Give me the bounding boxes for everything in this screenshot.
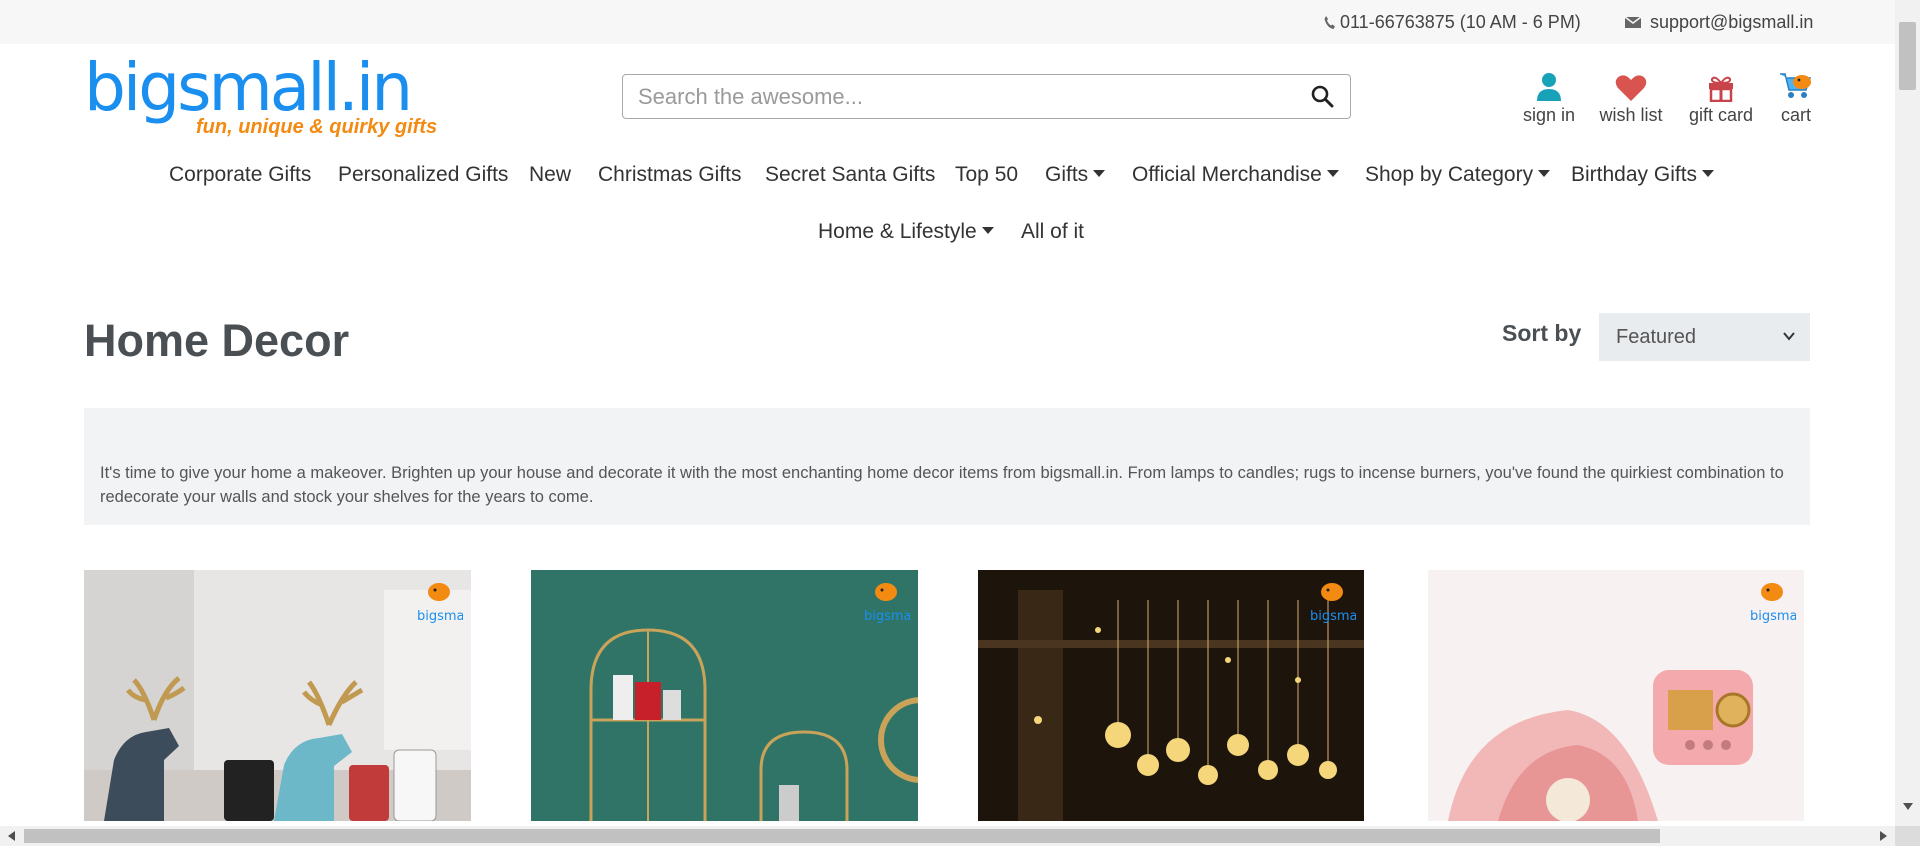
caret-down-icon [1093,169,1106,177]
top-bar: 011-66763875 (10 AM - 6 PM) support@bigs… [0,0,1895,44]
email-address: support@bigsmall.in [1650,11,1814,32]
nav-corporate-gifts[interactable]: Corporate Gifts [169,163,311,187]
cart-label: cart [1780,105,1811,125]
nav-label: Personalized Gifts [338,163,509,186]
nav-label: Top 50 [955,163,1019,186]
scroll-right-arrow-icon[interactable] [1880,831,1888,841]
nav-label: Secret Santa Gifts [765,163,936,186]
scroll-left-arrow-icon[interactable] [7,831,15,841]
nav-shop-by-category[interactable]: Shop by Category [1365,163,1551,187]
vertical-scrollbar-thumb[interactable] [1899,22,1916,90]
sort-value: Featured [1616,325,1697,348]
nav-secret-santa-gifts[interactable]: Secret Santa Gifts [765,163,935,187]
caret-down-icon [1326,169,1339,177]
nav-label: Birthday Gifts [1571,163,1698,186]
search-icon[interactable] [1310,84,1334,108]
nav-label: Official Merchandise [1132,163,1322,186]
chevron-down-icon [1783,332,1795,341]
email-contact[interactable]: support@bigsmall.in [1624,0,1813,44]
gift-card-label: gift card [1688,105,1754,125]
nav-christmas-gifts[interactable]: Christmas Gifts [598,163,742,187]
nav-gifts[interactable]: Gifts [1045,163,1106,187]
nav-label: Gifts [1045,163,1089,186]
nav-label: Corporate Gifts [169,163,312,186]
sign-in-label: sign in [1522,105,1576,125]
svg-text:bigsmall: bigsmall [864,609,910,624]
sign-in-link[interactable]: sign in [1516,66,1582,126]
phone-contact[interactable]: 011-66763875 (10 AM - 6 PM) [1323,0,1581,44]
product-card[interactable]: bigsmall [531,570,918,821]
scroll-down-arrow-icon[interactable] [1903,803,1913,811]
sort-label: Sort by [1502,320,1582,346]
nav-all-of-it[interactable]: All of it [1021,220,1084,244]
nav-personalized-gifts[interactable]: Personalized Gifts [338,163,508,187]
nav-label: Christmas Gifts [598,163,742,186]
horizontal-scrollbar[interactable] [0,826,1895,846]
scrollbar-corner [1895,826,1920,846]
page-title: Home Decor [84,315,350,366]
nav-label: Home & Lifestyle [818,220,977,243]
bigsmall-watermark-icon: bigsmall [1750,583,1796,624]
caret-down-icon [1538,169,1551,177]
logo-tagline: fun, unique & quirky gifts [196,116,438,138]
svg-text:bigsmall: bigsmall [417,609,463,624]
nav-birthday-gifts[interactable]: Birthday Gifts [1571,163,1715,187]
heart-icon [1615,75,1647,101]
nav-top-50[interactable]: Top 50 [955,163,1018,187]
bigsmall-watermark-icon: bigsmall [864,583,910,624]
svg-text:bigsmall: bigsmall [1750,609,1796,624]
wish-list-link[interactable]: wish list [1596,66,1666,126]
phone-number: 011-66763875 (10 AM - 6 PM) [1340,11,1581,32]
bigsmall-watermark-icon: bigsmall [1310,583,1356,624]
search-input[interactable] [623,75,1283,118]
nav-label: Shop by Category [1365,163,1534,186]
product-card[interactable]: bigsmall [84,570,471,821]
user-icon [1537,73,1561,101]
product-image [978,570,1364,821]
svg-text:bigsmall: bigsmall [1310,609,1356,624]
nav-new[interactable]: New [529,163,571,187]
cart-icon [1780,73,1812,98]
cart-link[interactable]: cart [1776,66,1816,126]
site-logo[interactable]: bigsmall.in fun, unique & quirky gifts [84,50,444,142]
caret-down-icon [1702,169,1715,177]
sort-select[interactable]: Featured [1599,313,1810,361]
nav-label: All of it [1021,220,1085,243]
product-image [84,570,471,821]
product-card[interactable]: bigsmall [978,570,1364,821]
horizontal-scrollbar-thumb[interactable] [24,829,1660,843]
phone-icon [1324,15,1335,29]
envelope-icon [1624,16,1642,28]
category-description: It's time to give your home a makeover. … [84,408,1810,525]
bigsmall-watermark-icon: bigsmall [417,583,463,624]
product-image [531,570,918,821]
search-bar [622,74,1351,119]
nav-label: New [529,163,572,186]
vertical-scrollbar[interactable] [1895,0,1920,826]
caret-down-icon [981,226,994,234]
product-card[interactable]: bigsmall [1428,570,1804,821]
nav-official-merchandise[interactable]: Official Merchandise [1132,163,1339,187]
logo-brand: bigsmall.in [84,49,413,126]
wish-list-label: wish list [1599,105,1663,125]
gift-card-link[interactable]: gift card [1686,66,1756,126]
nav-home-lifestyle[interactable]: Home & Lifestyle [818,220,994,244]
gift-icon [1709,76,1733,102]
